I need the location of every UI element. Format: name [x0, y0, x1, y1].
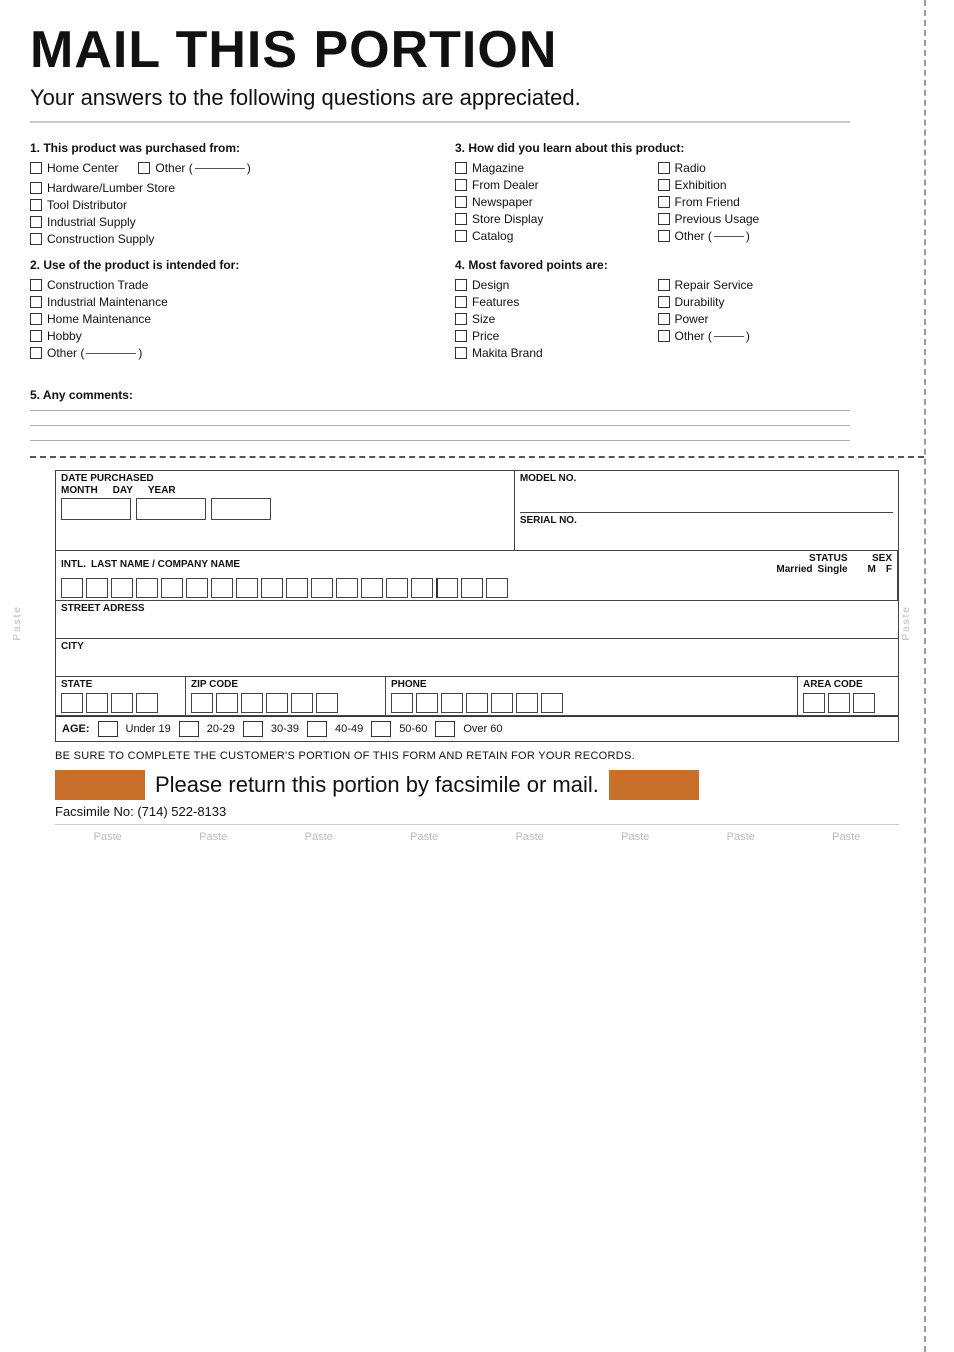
bottom-paste-6: Paste — [621, 831, 649, 843]
checkbox-store-display[interactable] — [455, 213, 467, 225]
bottom-paste-3: Paste — [305, 831, 333, 843]
checkbox-from-friend[interactable] — [658, 196, 670, 208]
age-box-under19[interactable] — [98, 721, 118, 737]
subtitle: Your answers to the following questions … — [30, 85, 850, 123]
date-purchased-label: DATE PURCHASED MONTH DAY YEAR — [56, 471, 515, 550]
fax-section: Please return this portion by facsimile … — [55, 770, 899, 800]
main-title: MAIL THIS PORTION — [30, 20, 850, 80]
checkbox-tool-dist[interactable] — [30, 199, 42, 211]
orange-box-right — [609, 770, 699, 800]
checkbox-newspaper[interactable] — [455, 196, 467, 208]
checkbox-size[interactable] — [455, 313, 467, 325]
checkbox-hobby[interactable] — [30, 330, 42, 342]
checkbox-catalog[interactable] — [455, 230, 467, 242]
paste-left-4: Paste — [12, 605, 23, 641]
question-4: 4. Most favored points are: Design Featu… — [455, 258, 850, 363]
checkbox-exhibition[interactable] — [658, 179, 670, 191]
checkbox-design[interactable] — [455, 279, 467, 291]
age-box-30-39[interactable] — [243, 721, 263, 737]
checkbox-makita[interactable] — [455, 347, 467, 359]
checkbox-construction-supply[interactable] — [30, 233, 42, 245]
checkbox-repair[interactable] — [658, 279, 670, 291]
bottom-paste-1: Paste — [94, 831, 122, 843]
question-1: 1. This product was purchased from: Home… — [30, 141, 425, 246]
question-3: 3. How did you learn about this product:… — [455, 141, 850, 246]
checkbox-price[interactable] — [455, 330, 467, 342]
checkbox-other-q1[interactable] — [138, 162, 150, 174]
bottom-paste-5: Paste — [516, 831, 544, 843]
street-row: STREET ADRESS — [56, 601, 898, 639]
checkbox-industrial-supply[interactable] — [30, 216, 42, 228]
checkbox-prev-usage[interactable] — [658, 213, 670, 225]
checkbox-radio[interactable] — [658, 162, 670, 174]
age-box-50-60[interactable] — [371, 721, 391, 737]
checkbox-hardware[interactable] — [30, 182, 42, 194]
bottom-paste-4: Paste — [410, 831, 438, 843]
checkbox-magazine[interactable] — [455, 162, 467, 174]
lower-form: DATE PURCHASED MONTH DAY YEAR MODEL NO. … — [55, 470, 899, 742]
paste-right-4: Paste — [901, 605, 912, 641]
age-row: AGE: Under 19 20-29 30-39 40-49 50-60 Ov… — [56, 716, 898, 741]
bottom-paste-7: Paste — [727, 831, 755, 843]
bottom-paste-2: Paste — [199, 831, 227, 843]
bottom-paste-row: Paste Paste Paste Paste Paste Paste Past… — [55, 824, 899, 847]
checkbox-power[interactable] — [658, 313, 670, 325]
bottom-note: BE SURE TO COMPLETE THE CUSTOMER'S PORTI… — [55, 750, 899, 762]
checkbox-home-maint[interactable] — [30, 313, 42, 325]
age-box-20-29[interactable] — [179, 721, 199, 737]
question-2: 2. Use of the product is intended for: C… — [30, 258, 425, 360]
checkbox-durability[interactable] — [658, 296, 670, 308]
bottom-paste-8: Paste — [832, 831, 860, 843]
checkbox-features[interactable] — [455, 296, 467, 308]
checkbox-construction-trade[interactable] — [30, 279, 42, 291]
checkbox-other-q2[interactable] — [30, 347, 42, 359]
checkbox-home-center[interactable] — [30, 162, 42, 174]
checkbox-other-q4[interactable] — [658, 330, 670, 342]
return-text: Please return this portion by facsimile … — [155, 772, 599, 798]
fax-number: Facsimile No: (714) 522-8133 — [55, 804, 899, 819]
checkbox-industrial-maint[interactable] — [30, 296, 42, 308]
age-box-40-49[interactable] — [307, 721, 327, 737]
checkbox-from-dealer[interactable] — [455, 179, 467, 191]
age-box-over60[interactable] — [435, 721, 455, 737]
orange-box-left — [55, 770, 145, 800]
city-row: CITY — [56, 639, 898, 677]
model-no-section: MODEL NO. SERIAL NO. — [515, 471, 898, 550]
comments-section: 5. Any comments: — [30, 388, 850, 441]
checkbox-other-q3[interactable] — [658, 230, 670, 242]
